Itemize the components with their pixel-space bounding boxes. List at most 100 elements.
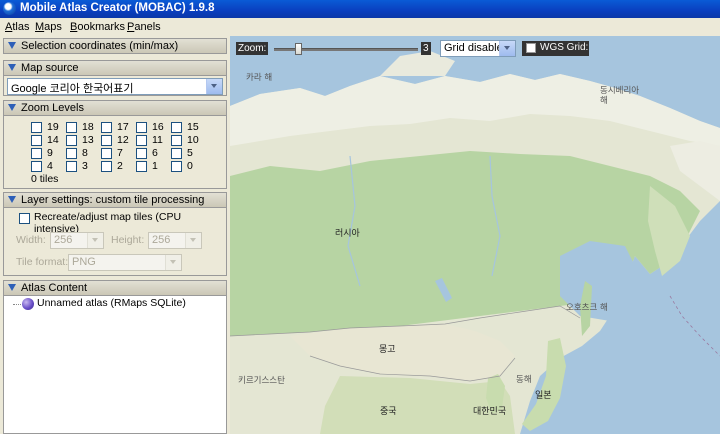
map-label-russia: 러시아 [335,229,360,239]
zoom-level-checkbox[interactable] [136,135,147,146]
zoom-level-3[interactable]: 3 [66,160,106,174]
atlas-globe-icon [22,298,34,310]
zoom-level-label: 14 [47,134,59,146]
left-panel: Selection coordinates (min/max) Map sour… [0,36,230,434]
map-view[interactable]: 카라 해 동시베리아 해 러시아 오호츠크 해 몽고 키르기스스탄 동해 일본 … [230,36,720,434]
zoom-level-checkbox[interactable] [31,135,42,146]
zoom-level-checkbox[interactable] [171,122,182,133]
zoom-slider-thumb[interactable] [295,43,302,55]
zoom-level-label: 8 [82,147,88,159]
width-label: Width: [16,234,46,246]
expand-arrow-icon [8,42,16,49]
zoom-level-checkbox[interactable] [171,161,182,172]
zoom-level-checkbox[interactable] [171,135,182,146]
map-source-body: Google 코리아 한국어표기 [3,76,227,96]
section-title: Layer settings: custom tile processing [21,194,205,206]
map-label-korea: 대한민국 [473,407,507,417]
recreate-tiles-checkbox[interactable] [19,213,30,224]
zoom-level-checkbox[interactable] [31,148,42,159]
zoom-level-checkbox[interactable] [101,135,112,146]
map-source-value: Google 코리아 한국어표기 [11,83,134,95]
zoom-level-checkbox[interactable] [136,122,147,133]
zoom-level-label: 9 [47,147,53,159]
zoom-level-checkbox[interactable] [101,161,112,172]
zoom-level-checkbox[interactable] [136,148,147,159]
dropdown-arrow-icon[interactable] [165,255,181,270]
zoom-level-label: 17 [117,121,129,133]
map-label-okhotsk: 오호츠크 해 [566,303,608,313]
zoom-levels-header[interactable]: Zoom Levels [3,100,227,116]
zoom-level-checkbox[interactable] [101,148,112,159]
height-label: Height: [111,234,145,246]
zoom-level-label: 6 [152,147,158,159]
zoom-level-checkbox[interactable] [66,148,77,159]
atlas-content-header[interactable]: Atlas Content [3,280,227,296]
dropdown-arrow-icon[interactable] [499,41,515,56]
zoom-level-label: 19 [47,121,59,133]
grid-select[interactable]: Grid disabled [440,40,516,57]
tiles-count: 0 tiles [31,173,59,185]
map-label-kara-sea: 카라 해 [246,73,273,83]
zoom-level-checkbox[interactable] [31,161,42,172]
atlas-content-tree[interactable]: Unnamed atlas (RMaps SQLite) [3,296,227,434]
zoom-level-label: 7 [117,147,123,159]
zoom-level-checkbox[interactable] [136,161,147,172]
dropdown-arrow-icon[interactable] [87,233,103,248]
map-label-japan: 일본 [535,391,552,401]
zoom-value: 3 [421,42,431,55]
section-title: Atlas Content [21,282,88,294]
zoom-level-label: 1 [152,160,158,172]
window-title: Mobile Atlas Creator (MOBAC) 1.9.8 [20,2,215,14]
zoom-level-checkbox[interactable] [66,161,77,172]
zoom-level-label: 12 [117,134,129,146]
wgs-grid-toggle[interactable]: WGS Grid: [522,41,589,56]
dropdown-arrow-icon[interactable] [185,233,201,248]
height-select[interactable]: 256 [148,232,202,249]
map-label-kyrgyzstan: 키르기스스탄 [238,376,285,386]
menu-bookmarks[interactable]: Bookmarks [70,21,125,33]
zoom-level-label: 16 [152,121,164,133]
zoom-level-0[interactable]: 0 [171,160,211,174]
expand-arrow-icon [8,64,16,71]
zoom-level-checkbox[interactable] [171,148,182,159]
zoom-level-2[interactable]: 2 [101,160,141,174]
map-label-east-siberian-sea: 동시베리아 해 [600,86,640,106]
map-source-header[interactable]: Map source [3,60,227,76]
app-globe-icon [3,2,16,15]
atlas-item-label[interactable]: Unnamed atlas (RMaps SQLite) [37,297,186,309]
section-title: Map source [21,62,79,74]
width-select[interactable]: 256 [50,232,104,249]
dropdown-arrow-icon[interactable] [206,79,222,94]
zoom-level-label: 10 [187,134,199,146]
zoom-level-checkbox[interactable] [66,135,77,146]
expand-arrow-icon [8,196,16,203]
tile-format-label: Tile format: [16,256,69,268]
section-title: Selection coordinates (min/max) [21,40,179,52]
menu-bar: Atlas Maps Bookmarks Panels [0,18,720,36]
menu-atlas[interactable]: Atlas [5,21,29,33]
zoom-level-label: 15 [187,121,199,133]
selection-coordinates-header[interactable]: Selection coordinates (min/max) [3,38,227,54]
zoom-level-label: 3 [82,160,88,172]
map-label-east-sea: 동해 [516,375,532,385]
zoom-level-1[interactable]: 1 [136,160,176,174]
zoom-level-label: 5 [187,147,193,159]
map-label-mongolia: 몽고 [379,345,396,355]
layer-settings-body: Recreate/adjust map tiles (CPU intensive… [3,208,227,276]
zoom-level-checkbox[interactable] [31,122,42,133]
map-source-select[interactable]: Google 코리아 한국어표기 [7,78,223,95]
zoom-levels-body: 19 18 17 16 15 14 13 12 11 10 9 8 7 6 5 4 3 2 1 0 0 tiles [3,116,227,189]
zoom-level-label: 4 [47,160,53,172]
zoom-level-label: 18 [82,121,94,133]
map-label-china: 중국 [380,407,397,417]
menu-panels[interactable]: Panels [127,21,161,33]
zoom-level-checkbox[interactable] [66,122,77,133]
zoom-label: Zoom: [236,42,269,55]
zoom-level-checkbox[interactable] [101,122,112,133]
layer-settings-header[interactable]: Layer settings: custom tile processing [3,192,227,208]
tile-format-select[interactable]: PNG [68,254,182,271]
wgs-grid-label: WGS Grid: [540,42,589,53]
zoom-slider[interactable] [274,42,418,56]
wgs-grid-checkbox[interactable] [526,43,536,53]
menu-maps[interactable]: Maps [35,21,62,33]
